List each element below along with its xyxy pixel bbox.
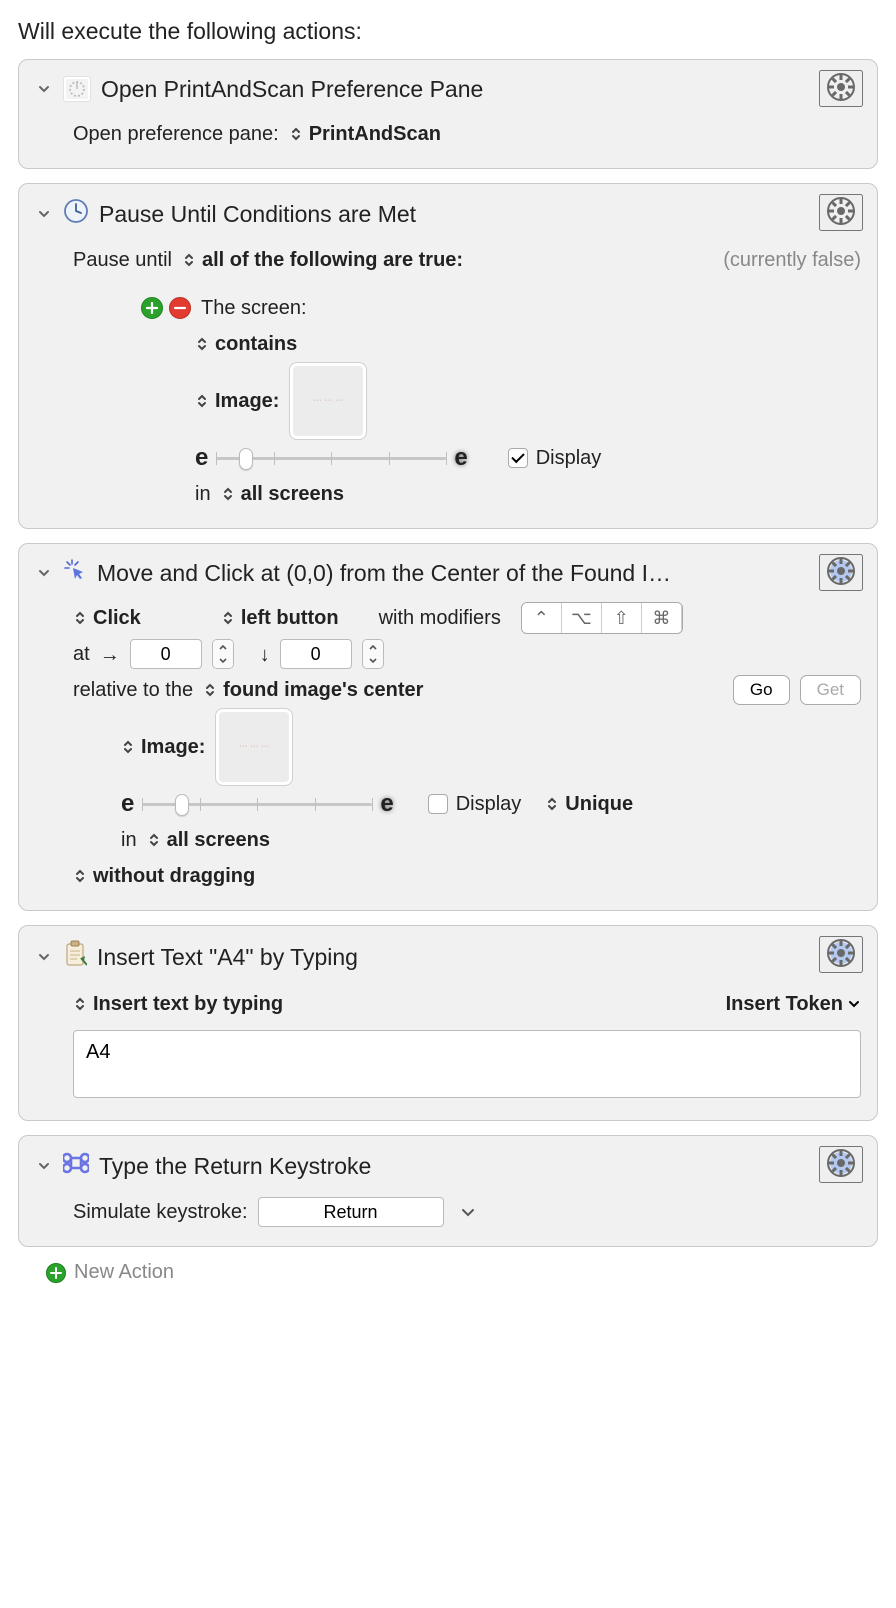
- get-button[interactable]: Get: [800, 675, 861, 705]
- mod-shift[interactable]: ⇧: [602, 603, 642, 633]
- arrow-down-icon: ↓: [260, 637, 270, 673]
- drag-popup[interactable]: without dragging: [73, 858, 255, 894]
- y-field[interactable]: [280, 639, 352, 669]
- command-icon: [63, 1150, 89, 1182]
- pause-mode-popup[interactable]: all of the following are true:: [182, 242, 463, 278]
- disclose-toggle[interactable]: [35, 948, 53, 966]
- with-modifiers-label: with modifiers: [379, 600, 501, 636]
- pref-pane-popup[interactable]: PrintAndScan: [289, 116, 441, 152]
- image-well[interactable]: ··· ··· ···: [215, 708, 293, 786]
- fuzziness-max-label: e: [380, 786, 393, 822]
- action-title: Insert Text "A4" by Typing: [97, 944, 358, 971]
- screens-popup[interactable]: all screens: [147, 822, 270, 858]
- gear-icon[interactable]: [819, 1146, 863, 1183]
- section-title: Will execute the following actions:: [18, 18, 878, 45]
- fuzziness-slider[interactable]: [142, 791, 372, 817]
- contains-popup[interactable]: contains: [195, 326, 297, 362]
- click-type-popup[interactable]: Click: [73, 600, 141, 636]
- action-move-and-click: Move and Click at (0,0) from the Center …: [18, 543, 878, 911]
- plus-icon: [46, 1263, 66, 1283]
- pause-until-label: Pause until: [73, 242, 172, 278]
- clipboard-icon: [63, 940, 87, 974]
- action-type-keystroke: Type the Return Keystroke Simulate keyst…: [18, 1135, 878, 1247]
- disclose-toggle[interactable]: [35, 80, 53, 98]
- disclose-toggle[interactable]: [35, 205, 53, 223]
- clock-icon: [63, 198, 89, 230]
- x-step-up[interactable]: [213, 640, 233, 654]
- display-checkbox[interactable]: Display: [508, 440, 602, 476]
- x-stepper[interactable]: [212, 639, 234, 669]
- action-title: Move and Click at (0,0) from the Center …: [97, 560, 671, 587]
- remove-condition-button[interactable]: [169, 297, 191, 319]
- gear-icon[interactable]: [819, 554, 863, 591]
- insert-token-button[interactable]: Insert Token: [726, 986, 861, 1022]
- x-step-down[interactable]: [213, 654, 233, 668]
- action-title: Open PrintAndScan Preference Pane: [101, 76, 483, 103]
- disclose-toggle[interactable]: [35, 1157, 53, 1175]
- screens-popup[interactable]: all screens: [221, 476, 344, 512]
- image-source-popup[interactable]: Image:: [121, 729, 205, 765]
- at-label: at: [73, 636, 90, 672]
- fuzziness-min-label: e: [121, 786, 134, 822]
- new-action-button[interactable]: New Action: [46, 1261, 878, 1284]
- open-pref-label: Open preference pane:: [73, 116, 279, 152]
- unique-popup[interactable]: Unique: [545, 786, 633, 822]
- y-stepper[interactable]: [362, 639, 384, 669]
- mod-cmd[interactable]: ⌘: [642, 603, 682, 633]
- prefpane-icon: [63, 76, 91, 102]
- relative-label: relative to the: [73, 672, 193, 708]
- arrow-right-icon: →: [100, 637, 120, 673]
- relative-to-popup[interactable]: found image's center: [203, 672, 423, 708]
- condition-subject: The screen:: [201, 290, 307, 326]
- insert-mode-popup[interactable]: Insert text by typing: [73, 986, 283, 1022]
- insert-text-area[interactable]: [73, 1030, 861, 1098]
- y-step-up[interactable]: [363, 640, 383, 654]
- add-condition-button[interactable]: [141, 297, 163, 319]
- gear-icon[interactable]: [819, 194, 863, 231]
- mod-ctrl[interactable]: ⌃: [522, 603, 562, 633]
- fuzziness-max-label: e: [454, 440, 467, 476]
- action-title: Pause Until Conditions are Met: [99, 201, 416, 228]
- simulate-label: Simulate keystroke:: [73, 1194, 248, 1230]
- cursor-click-icon: [63, 558, 87, 588]
- fuzziness-slider[interactable]: [216, 445, 446, 471]
- image-source-popup[interactable]: Image:: [195, 383, 279, 419]
- action-pause-until: Pause Until Conditions are Met Pause unt…: [18, 183, 878, 529]
- keystroke-field[interactable]: [258, 1197, 444, 1227]
- go-button[interactable]: Go: [733, 675, 790, 705]
- y-step-down[interactable]: [363, 654, 383, 668]
- action-open-pref-pane: Open PrintAndScan Preference Pane Open p…: [18, 59, 878, 169]
- x-field[interactable]: [130, 639, 202, 669]
- action-title: Type the Return Keystroke: [99, 1153, 371, 1180]
- in-label: in: [195, 476, 211, 512]
- status-label: (currently false): [723, 242, 861, 278]
- fuzziness-min-label: e: [195, 440, 208, 476]
- disclose-toggle[interactable]: [35, 564, 53, 582]
- keystroke-dropdown[interactable]: [454, 1204, 482, 1220]
- gear-icon[interactable]: [819, 936, 863, 973]
- in-label: in: [121, 822, 137, 858]
- display-checkbox[interactable]: Display: [428, 786, 522, 822]
- gear-icon[interactable]: [819, 70, 863, 107]
- modifier-segmented[interactable]: ⌃ ⌥ ⇧ ⌘: [521, 602, 683, 634]
- action-insert-text: Insert Text "A4" by Typing Insert text b…: [18, 925, 878, 1121]
- mod-option[interactable]: ⌥: [562, 603, 602, 633]
- image-well[interactable]: ··· ··· ···: [289, 362, 367, 440]
- mouse-button-popup[interactable]: left button: [221, 600, 339, 636]
